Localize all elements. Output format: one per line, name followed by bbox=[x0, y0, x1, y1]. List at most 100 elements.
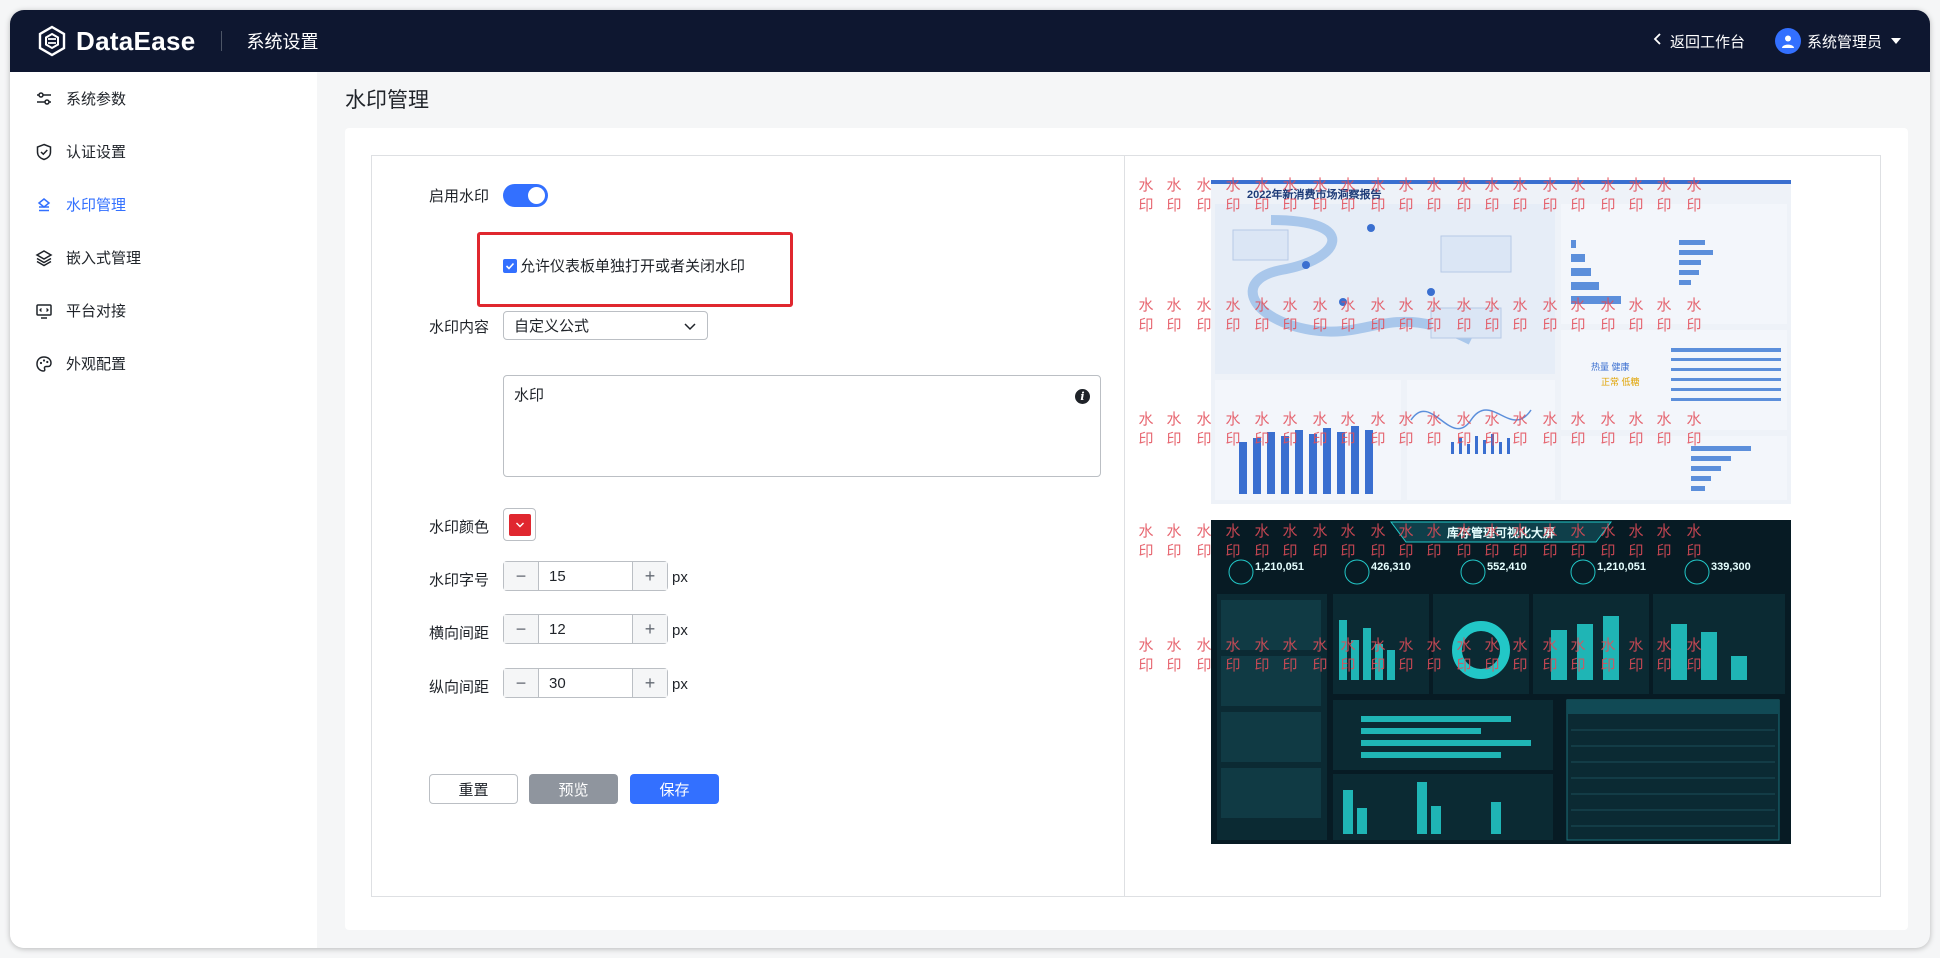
watermark-content-textarea[interactable]: 水印 i bbox=[503, 375, 1101, 477]
decrement-button[interactable]: − bbox=[504, 669, 539, 697]
back-to-workbench-link[interactable]: 返回工作台 bbox=[1652, 31, 1745, 52]
preview-dashboard-consumer-report: 2022年新消费市场洞察报告 热量 健康 正常 低糖 bbox=[1211, 180, 1791, 504]
h-spacing-stepper[interactable]: − 12 + bbox=[503, 614, 668, 644]
settings-panel: 启用水印 允许仪表板单独打开或者关闭水印 水印内容 自定义公式 水印 i 水印颜… bbox=[371, 155, 1881, 897]
svg-text:正常 低糖: 正常 低糖 bbox=[1601, 376, 1640, 387]
dataease-logo-icon bbox=[38, 25, 66, 57]
back-label: 返回工作台 bbox=[1669, 33, 1745, 51]
kpi-value: 339,300 bbox=[1711, 561, 1751, 573]
platform-icon bbox=[34, 301, 54, 321]
section-title: 系统设置 bbox=[246, 32, 319, 52]
chevron-down-icon bbox=[684, 322, 696, 330]
dashboard-thumbnail-image: 2022年新消费市场洞察报告 热量 健康 正常 低糖 bbox=[1211, 180, 1791, 504]
save-button[interactable]: 保存 bbox=[630, 774, 719, 804]
topbar-divider bbox=[221, 31, 223, 51]
watermark-content-label: 水印内容 bbox=[429, 319, 490, 336]
preview-button[interactable]: 预览 bbox=[529, 774, 618, 804]
decrement-button[interactable]: − bbox=[504, 615, 539, 643]
caret-down-icon bbox=[1890, 34, 1902, 48]
font-size-value[interactable]: 15 bbox=[539, 562, 632, 590]
watermark-color-picker[interactable] bbox=[503, 508, 536, 541]
preview-dashboard-inventory: 库存管理可视化大屏 1,210,051 426,310 552,410 1,21… bbox=[1211, 520, 1791, 844]
select-value: 自定义公式 bbox=[514, 318, 590, 335]
kpi-value: 1,210,051 bbox=[1255, 561, 1304, 573]
color-swatch bbox=[508, 513, 531, 536]
user-name: 系统管理员 bbox=[1806, 33, 1882, 51]
increment-button[interactable]: + bbox=[632, 615, 667, 643]
watermark-form: 启用水印 允许仪表板单独打开或者关闭水印 水印内容 自定义公式 水印 i 水印颜… bbox=[372, 156, 1125, 896]
watermark-text: 水印 bbox=[1138, 411, 1154, 448]
watermark-text: 水印 bbox=[1138, 177, 1154, 214]
info-icon[interactable]: i bbox=[1075, 389, 1090, 404]
decrement-button[interactable]: − bbox=[504, 562, 539, 590]
unit-label: px bbox=[672, 622, 688, 639]
page-title: 水印管理 bbox=[345, 89, 429, 112]
font-size-label: 水印字号 bbox=[429, 572, 490, 589]
sidebar: 系统参数 认证设置 水印管理 嵌入式管理 平台对接 外观配置 bbox=[10, 72, 317, 948]
sidebar-item-watermark[interactable]: 水印管理 bbox=[10, 178, 317, 231]
checkbox-label: 允许仪表板单独打开或者关闭水印 bbox=[520, 258, 746, 275]
watermark-color-label: 水印颜色 bbox=[429, 519, 490, 536]
kpi-value: 552,410 bbox=[1487, 561, 1527, 573]
enable-watermark-label: 启用水印 bbox=[429, 188, 490, 205]
switch-knob bbox=[528, 187, 545, 204]
logo-text: DataEase bbox=[76, 25, 196, 56]
topbar-right: 返回工作台 系统管理员 bbox=[1652, 28, 1902, 54]
watermark-text: 水印 bbox=[1166, 523, 1182, 560]
dashboard1-title: 2022年新消费市场洞察报告 bbox=[1247, 187, 1381, 201]
sidebar-item-appearance[interactable]: 外观配置 bbox=[10, 337, 317, 390]
watermark-text: 水印 bbox=[1138, 637, 1154, 674]
kpi-value: 1,210,051 bbox=[1597, 561, 1646, 573]
watermark-text: 水印 bbox=[1138, 297, 1154, 334]
watermark-icon bbox=[34, 195, 54, 215]
watermark-text: 水印 bbox=[1166, 297, 1182, 334]
watermark-text: 水印 bbox=[1166, 411, 1182, 448]
sidebar-item-label: 水印管理 bbox=[66, 197, 127, 214]
watermark-settings-card: 启用水印 允许仪表板单独打开或者关闭水印 水印内容 自定义公式 水印 i 水印颜… bbox=[345, 128, 1908, 930]
top-bar: DataEase 系统设置 返回工作台 系统管理员 bbox=[10, 10, 1930, 72]
shield-icon bbox=[34, 142, 54, 162]
layers-icon bbox=[34, 248, 54, 268]
v-spacing-stepper[interactable]: − 30 + bbox=[503, 668, 668, 698]
user-menu[interactable]: 系统管理员 bbox=[1774, 28, 1902, 54]
textarea-value: 水印 bbox=[514, 387, 545, 404]
avatar bbox=[1774, 28, 1801, 54]
enable-watermark-switch[interactable] bbox=[503, 184, 548, 207]
kpi-value: 426,310 bbox=[1371, 561, 1411, 573]
sidebar-item-label: 嵌入式管理 bbox=[66, 250, 142, 267]
sidebar-item-system-params[interactable]: 系统参数 bbox=[10, 72, 317, 125]
logo[interactable]: DataEase bbox=[36, 25, 195, 57]
font-size-stepper[interactable]: − 15 + bbox=[503, 561, 668, 591]
watermark-text: 水印 bbox=[1166, 637, 1182, 674]
sidebar-item-auth-settings[interactable]: 认证设置 bbox=[10, 125, 317, 178]
allow-dashboard-toggle-checkbox[interactable]: 允许仪表板单独打开或者关闭水印 bbox=[503, 255, 745, 276]
unit-label: px bbox=[672, 676, 688, 693]
increment-button[interactable]: + bbox=[632, 669, 667, 697]
increment-button[interactable]: + bbox=[632, 562, 667, 590]
h-spacing-value[interactable]: 12 bbox=[539, 615, 632, 643]
checkbox-checked-icon bbox=[503, 258, 517, 273]
chevron-down-icon bbox=[515, 522, 524, 527]
dashboard-thumbnail-image: 库存管理可视化大屏 1,210,051 426,310 552,410 1,21… bbox=[1211, 520, 1791, 844]
reset-button[interactable]: 重置 bbox=[429, 774, 518, 804]
v-spacing-value[interactable]: 30 bbox=[539, 669, 632, 697]
sidebar-item-platform[interactable]: 平台对接 bbox=[10, 284, 317, 337]
sidebar-item-label: 平台对接 bbox=[66, 303, 127, 320]
dashboard2-title: 库存管理可视化大屏 bbox=[1447, 525, 1555, 540]
unit-label: px bbox=[672, 569, 688, 586]
sliders-icon bbox=[34, 89, 54, 109]
svg-text:热量 健康: 热量 健康 bbox=[1591, 361, 1630, 372]
sidebar-item-label: 外观配置 bbox=[66, 356, 127, 373]
user-icon bbox=[1781, 35, 1794, 48]
palette-icon bbox=[34, 354, 54, 374]
chevron-left-icon bbox=[1652, 32, 1664, 51]
h-spacing-label: 横向间距 bbox=[429, 625, 490, 642]
sidebar-item-label: 系统参数 bbox=[66, 91, 127, 108]
content-mode-select[interactable]: 自定义公式 bbox=[503, 311, 708, 340]
watermark-text: 水印 bbox=[1138, 523, 1154, 560]
v-spacing-label: 纵向间距 bbox=[429, 679, 490, 696]
watermark-text: 水印 bbox=[1166, 177, 1182, 214]
sidebar-item-embedded[interactable]: 嵌入式管理 bbox=[10, 231, 317, 284]
sidebar-item-label: 认证设置 bbox=[66, 144, 127, 161]
app-window: DataEase 系统设置 返回工作台 系统管理员 系统参数 认证设置 水印管理… bbox=[10, 10, 1930, 948]
